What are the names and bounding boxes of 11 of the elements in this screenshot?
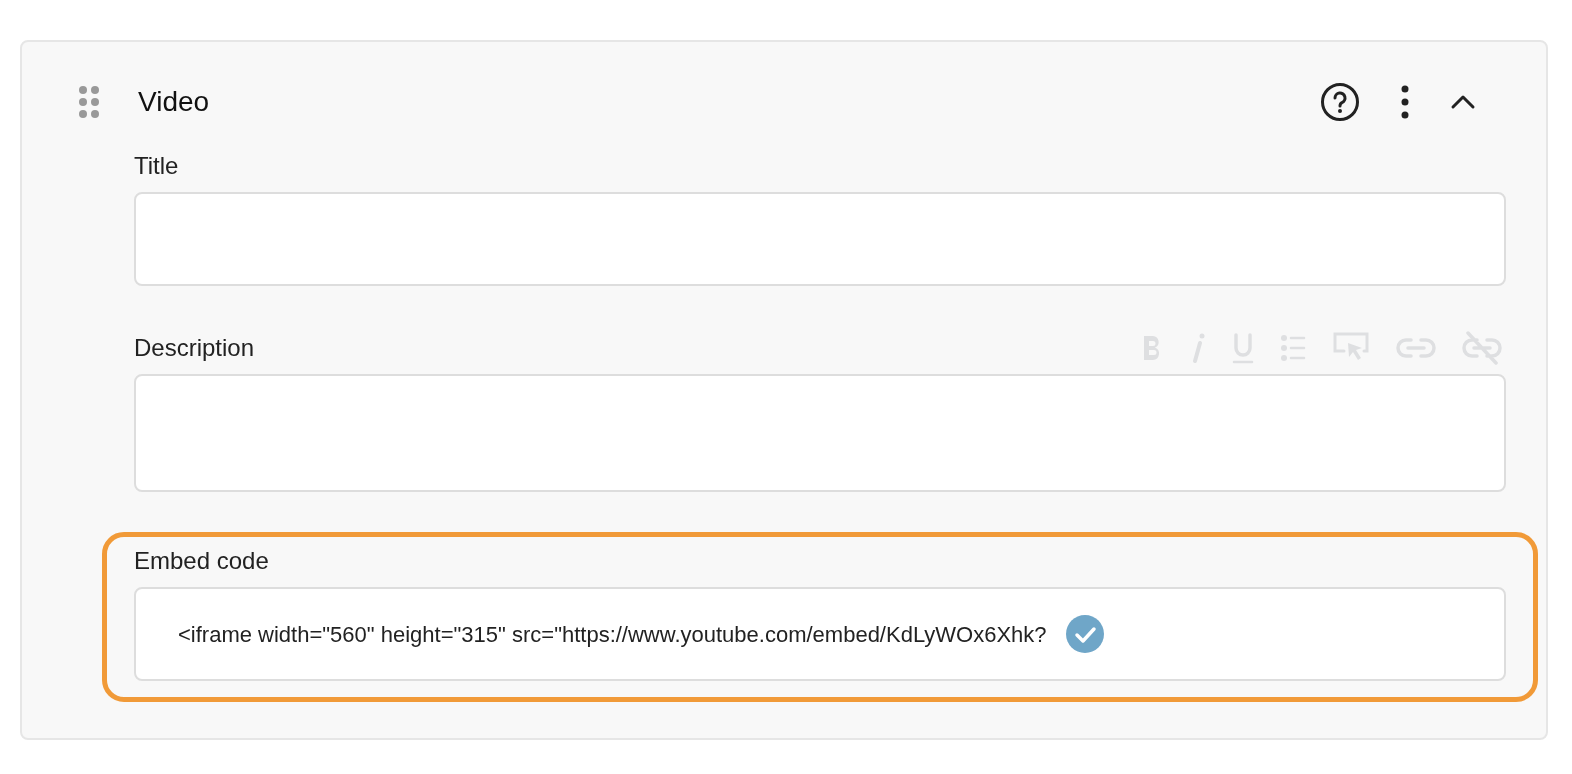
field-label: Title: [134, 151, 179, 181]
field-label: Embed code: [134, 546, 269, 576]
field-label: Description: [134, 333, 255, 363]
chevron-up-icon[interactable]: [1450, 94, 1476, 110]
drag-handle-icon[interactable]: [78, 85, 100, 119]
title-field[interactable]: [134, 192, 1506, 286]
panel-title: Video: [138, 85, 210, 119]
embed-code-field[interactable]: <iframe width="560" height="315" src="https://www.youtube.com/embed/KdLyWOx6Xhk?: [134, 587, 1506, 681]
help-icon[interactable]: [1320, 82, 1360, 122]
description-field[interactable]: [134, 374, 1506, 492]
more-icon[interactable]: [1400, 85, 1410, 119]
